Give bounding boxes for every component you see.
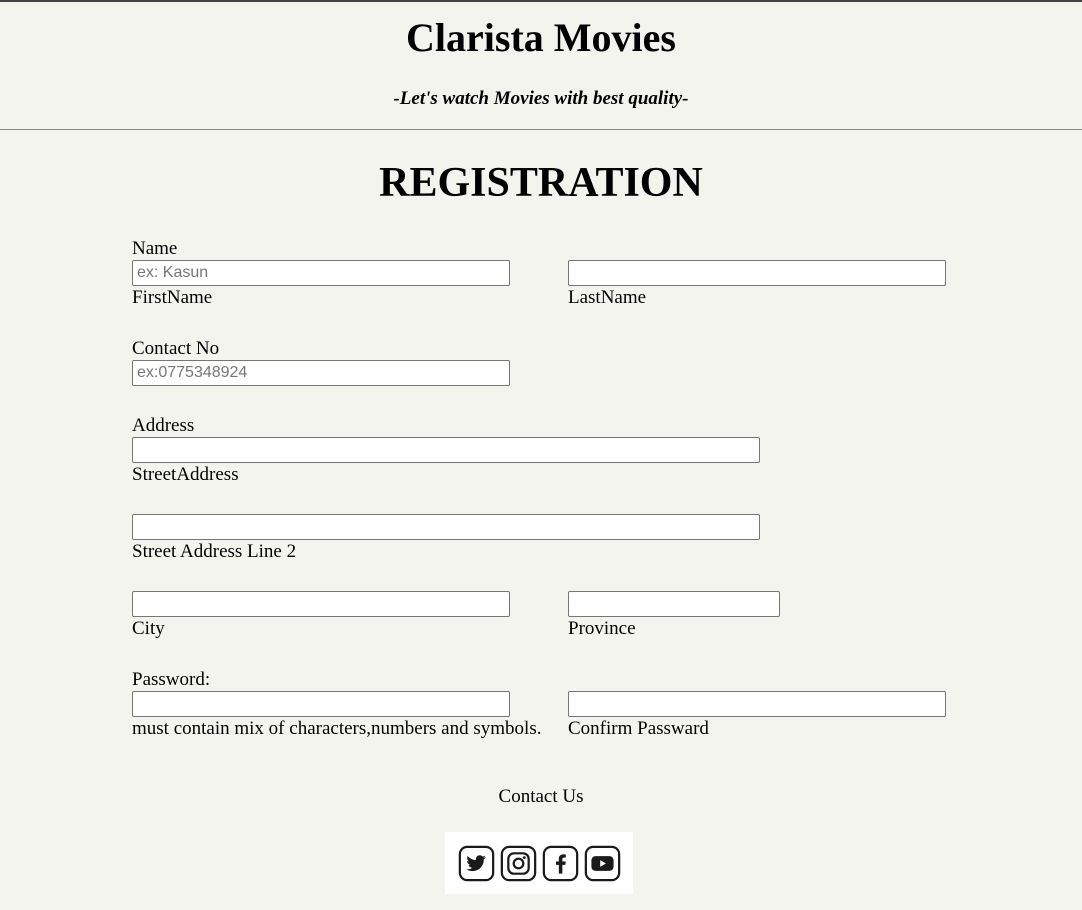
site-tagline: -Let's watch Movies with best quality-	[393, 88, 689, 109]
province-input[interactable]	[568, 591, 780, 617]
city-caption: City	[132, 618, 165, 639]
social-links	[445, 832, 633, 894]
last-name-input[interactable]	[568, 260, 946, 286]
contact-no-label: Contact No	[132, 338, 220, 359]
password-hint: must contain mix of characters,numbers a…	[132, 718, 542, 739]
password-label: Password:	[132, 669, 211, 690]
contact-us-label: Contact Us	[498, 786, 584, 807]
street-address-line2-caption: Street Address Line 2	[132, 541, 297, 562]
last-name-caption: LastName	[568, 287, 647, 308]
site-title: Clarista Movies	[406, 15, 676, 60]
youtube-icon[interactable]	[584, 845, 621, 882]
street-address-line2-input[interactable]	[132, 514, 760, 540]
street-address-input[interactable]	[132, 437, 760, 463]
instagram-icon[interactable]	[500, 845, 537, 882]
contact-no-input[interactable]	[132, 360, 510, 386]
name-label: Name	[132, 238, 178, 259]
password-input[interactable]	[132, 691, 510, 717]
first-name-input[interactable]	[132, 260, 510, 286]
city-input[interactable]	[132, 591, 510, 617]
twitter-icon[interactable]	[458, 845, 495, 882]
first-name-caption: FirstName	[132, 287, 213, 308]
confirm-password-caption: Confirm Passward	[568, 718, 709, 739]
header-divider	[0, 129, 1082, 130]
confirm-password-input[interactable]	[568, 691, 946, 717]
province-caption: Province	[568, 618, 636, 639]
address-label: Address	[132, 415, 195, 436]
page-title: REGISTRATION	[379, 160, 703, 206]
street-address-caption: StreetAddress	[132, 464, 239, 485]
facebook-icon[interactable]	[542, 845, 579, 882]
